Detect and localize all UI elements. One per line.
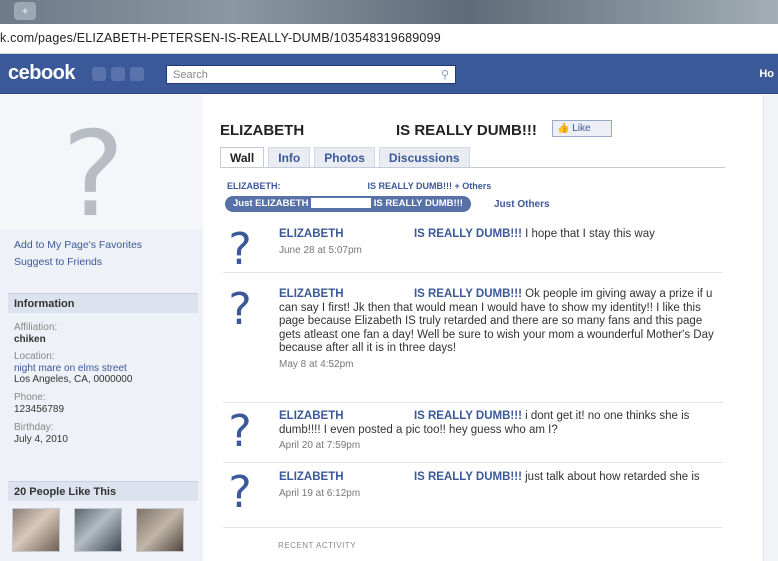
post-body: ELIZABETH IS REALLY DUMB!!! I hope that … xyxy=(279,228,723,257)
filter-name-a: ELIZABETH: xyxy=(227,181,281,191)
question-mark-icon[interactable]: ? xyxy=(223,228,257,272)
location-label: Location: xyxy=(14,351,55,362)
notifications-icon[interactable] xyxy=(130,67,144,81)
filter-just-page[interactable]: Just ELIZABETH IS REALLY DUMB!!! xyxy=(225,196,471,212)
recent-activity-heading: RECENT ACTIVITY xyxy=(278,541,357,550)
post-author-a[interactable]: ELIZABETH xyxy=(279,228,344,240)
post-divider xyxy=(223,462,723,463)
post-body: ELIZABETH IS REALLY DUMB!!! Ok people im… xyxy=(279,288,723,371)
page-tabs: Wall Info Photos Discussions xyxy=(220,147,470,167)
filter-just-others[interactable]: Just Others xyxy=(494,199,550,210)
post-author-b[interactable]: IS REALLY DUMB!!! xyxy=(414,471,522,483)
site-header: cebook Search ⚲ Ho xyxy=(0,54,778,94)
thumbs-up-icon: 👍 xyxy=(557,123,570,134)
tab-divider xyxy=(220,167,725,168)
likes-heading: 20 People Like This xyxy=(8,481,198,501)
likers-grid xyxy=(12,508,184,552)
post-text: just talk about how retarded she is xyxy=(525,471,700,483)
page-title-first: ELIZABETH xyxy=(220,122,305,139)
post-timestamp[interactable]: April 20 at 7:59pm xyxy=(279,439,723,453)
friend-requests-icon[interactable] xyxy=(92,67,106,81)
tab-discussions[interactable]: Discussions xyxy=(378,147,470,167)
url-text[interactable]: k.com/pages/ELIZABETH-PETERSEN-IS-REALLY… xyxy=(0,31,441,45)
notification-icons xyxy=(92,67,144,81)
phone-value: 123456789 xyxy=(14,404,65,415)
post-text: I hope that I stay this way xyxy=(525,228,655,240)
post-author-b[interactable]: IS REALLY DUMB!!! xyxy=(414,288,522,300)
page-title-rest: IS REALLY DUMB!!! xyxy=(396,122,537,139)
facebook-logo[interactable]: cebook xyxy=(8,62,76,85)
filter-name-b[interactable]: IS REALLY DUMB!!! + Others xyxy=(368,181,492,191)
information-heading: Information xyxy=(8,293,198,313)
like-button-label: Like xyxy=(572,123,591,134)
post-divider xyxy=(223,527,723,528)
search-icon[interactable]: ⚲ xyxy=(441,68,449,81)
messages-icon[interactable] xyxy=(111,67,125,81)
liker-photo[interactable] xyxy=(136,508,184,552)
tab-photos[interactable]: Photos xyxy=(314,147,375,167)
new-tab-button[interactable]: + xyxy=(14,2,36,20)
birthday-label: Birthday: xyxy=(14,422,54,433)
search-placeholder: Search xyxy=(173,69,208,81)
affiliation-value: chiken xyxy=(14,334,46,345)
search-input[interactable]: Search ⚲ xyxy=(166,65,456,84)
post-timestamp[interactable]: June 28 at 5:07pm xyxy=(279,244,723,258)
location-value: Los Angeles, CA, 0000000 xyxy=(14,374,133,385)
question-mark-icon[interactable]: ? xyxy=(223,410,257,454)
question-mark-icon[interactable]: ? xyxy=(223,471,257,515)
question-mark-icon[interactable]: ? xyxy=(223,288,257,332)
post-author-b[interactable]: IS REALLY DUMB!!! xyxy=(414,410,522,422)
post-timestamp[interactable]: May 8 at 4:52pm xyxy=(279,358,723,372)
birthday-value: July 4, 2010 xyxy=(14,434,68,445)
liker-photo[interactable] xyxy=(74,508,122,552)
wall-filter-label: ELIZABETH: IS REALLY DUMB!!! + Others xyxy=(227,181,491,191)
add-to-favorites-link[interactable]: Add to My Page's Favorites xyxy=(14,239,142,251)
tab-wall[interactable]: Wall xyxy=(220,147,265,167)
filter-pill-a: Just ELIZABETH xyxy=(233,198,309,209)
location-link[interactable]: night mare on elms street xyxy=(14,363,127,374)
suggest-to-friends-link[interactable]: Suggest to Friends xyxy=(14,256,102,268)
post-divider xyxy=(223,402,723,403)
address-bar[interactable]: k.com/pages/ELIZABETH-PETERSEN-IS-REALLY… xyxy=(0,24,778,54)
left-sidebar: ? Add to My Page's Favorites Suggest to … xyxy=(0,95,203,561)
profile-picture[interactable]: ? xyxy=(0,95,203,243)
question-mark-icon: ? xyxy=(62,105,125,243)
post-timestamp[interactable]: April 19 at 6:12pm xyxy=(279,487,723,501)
tab-info[interactable]: Info xyxy=(268,147,311,167)
filter-pill-b: IS REALLY DUMB!!! xyxy=(373,198,463,209)
post-author-a[interactable]: ELIZABETH xyxy=(279,410,344,422)
phone-label: Phone: xyxy=(14,392,46,403)
browser-toolbar: + xyxy=(0,0,778,24)
post-divider xyxy=(223,272,723,273)
post-body: ELIZABETH IS REALLY DUMB!!! i dont get i… xyxy=(279,410,723,453)
liker-photo[interactable] xyxy=(12,508,60,552)
post-author-a[interactable]: ELIZABETH xyxy=(279,288,344,300)
post-author-b[interactable]: IS REALLY DUMB!!! xyxy=(414,228,522,240)
post-author-a[interactable]: ELIZABETH xyxy=(279,471,344,483)
affiliation-label: Affiliation: xyxy=(14,322,58,333)
like-button[interactable]: 👍 Like xyxy=(552,120,612,137)
main-content: ELIZABETH IS REALLY DUMB!!! 👍 Like Wall … xyxy=(203,95,763,561)
home-link[interactable]: Ho xyxy=(759,68,774,80)
right-sidebar xyxy=(763,95,778,561)
post-body: ELIZABETH IS REALLY DUMB!!! just talk ab… xyxy=(279,471,723,500)
